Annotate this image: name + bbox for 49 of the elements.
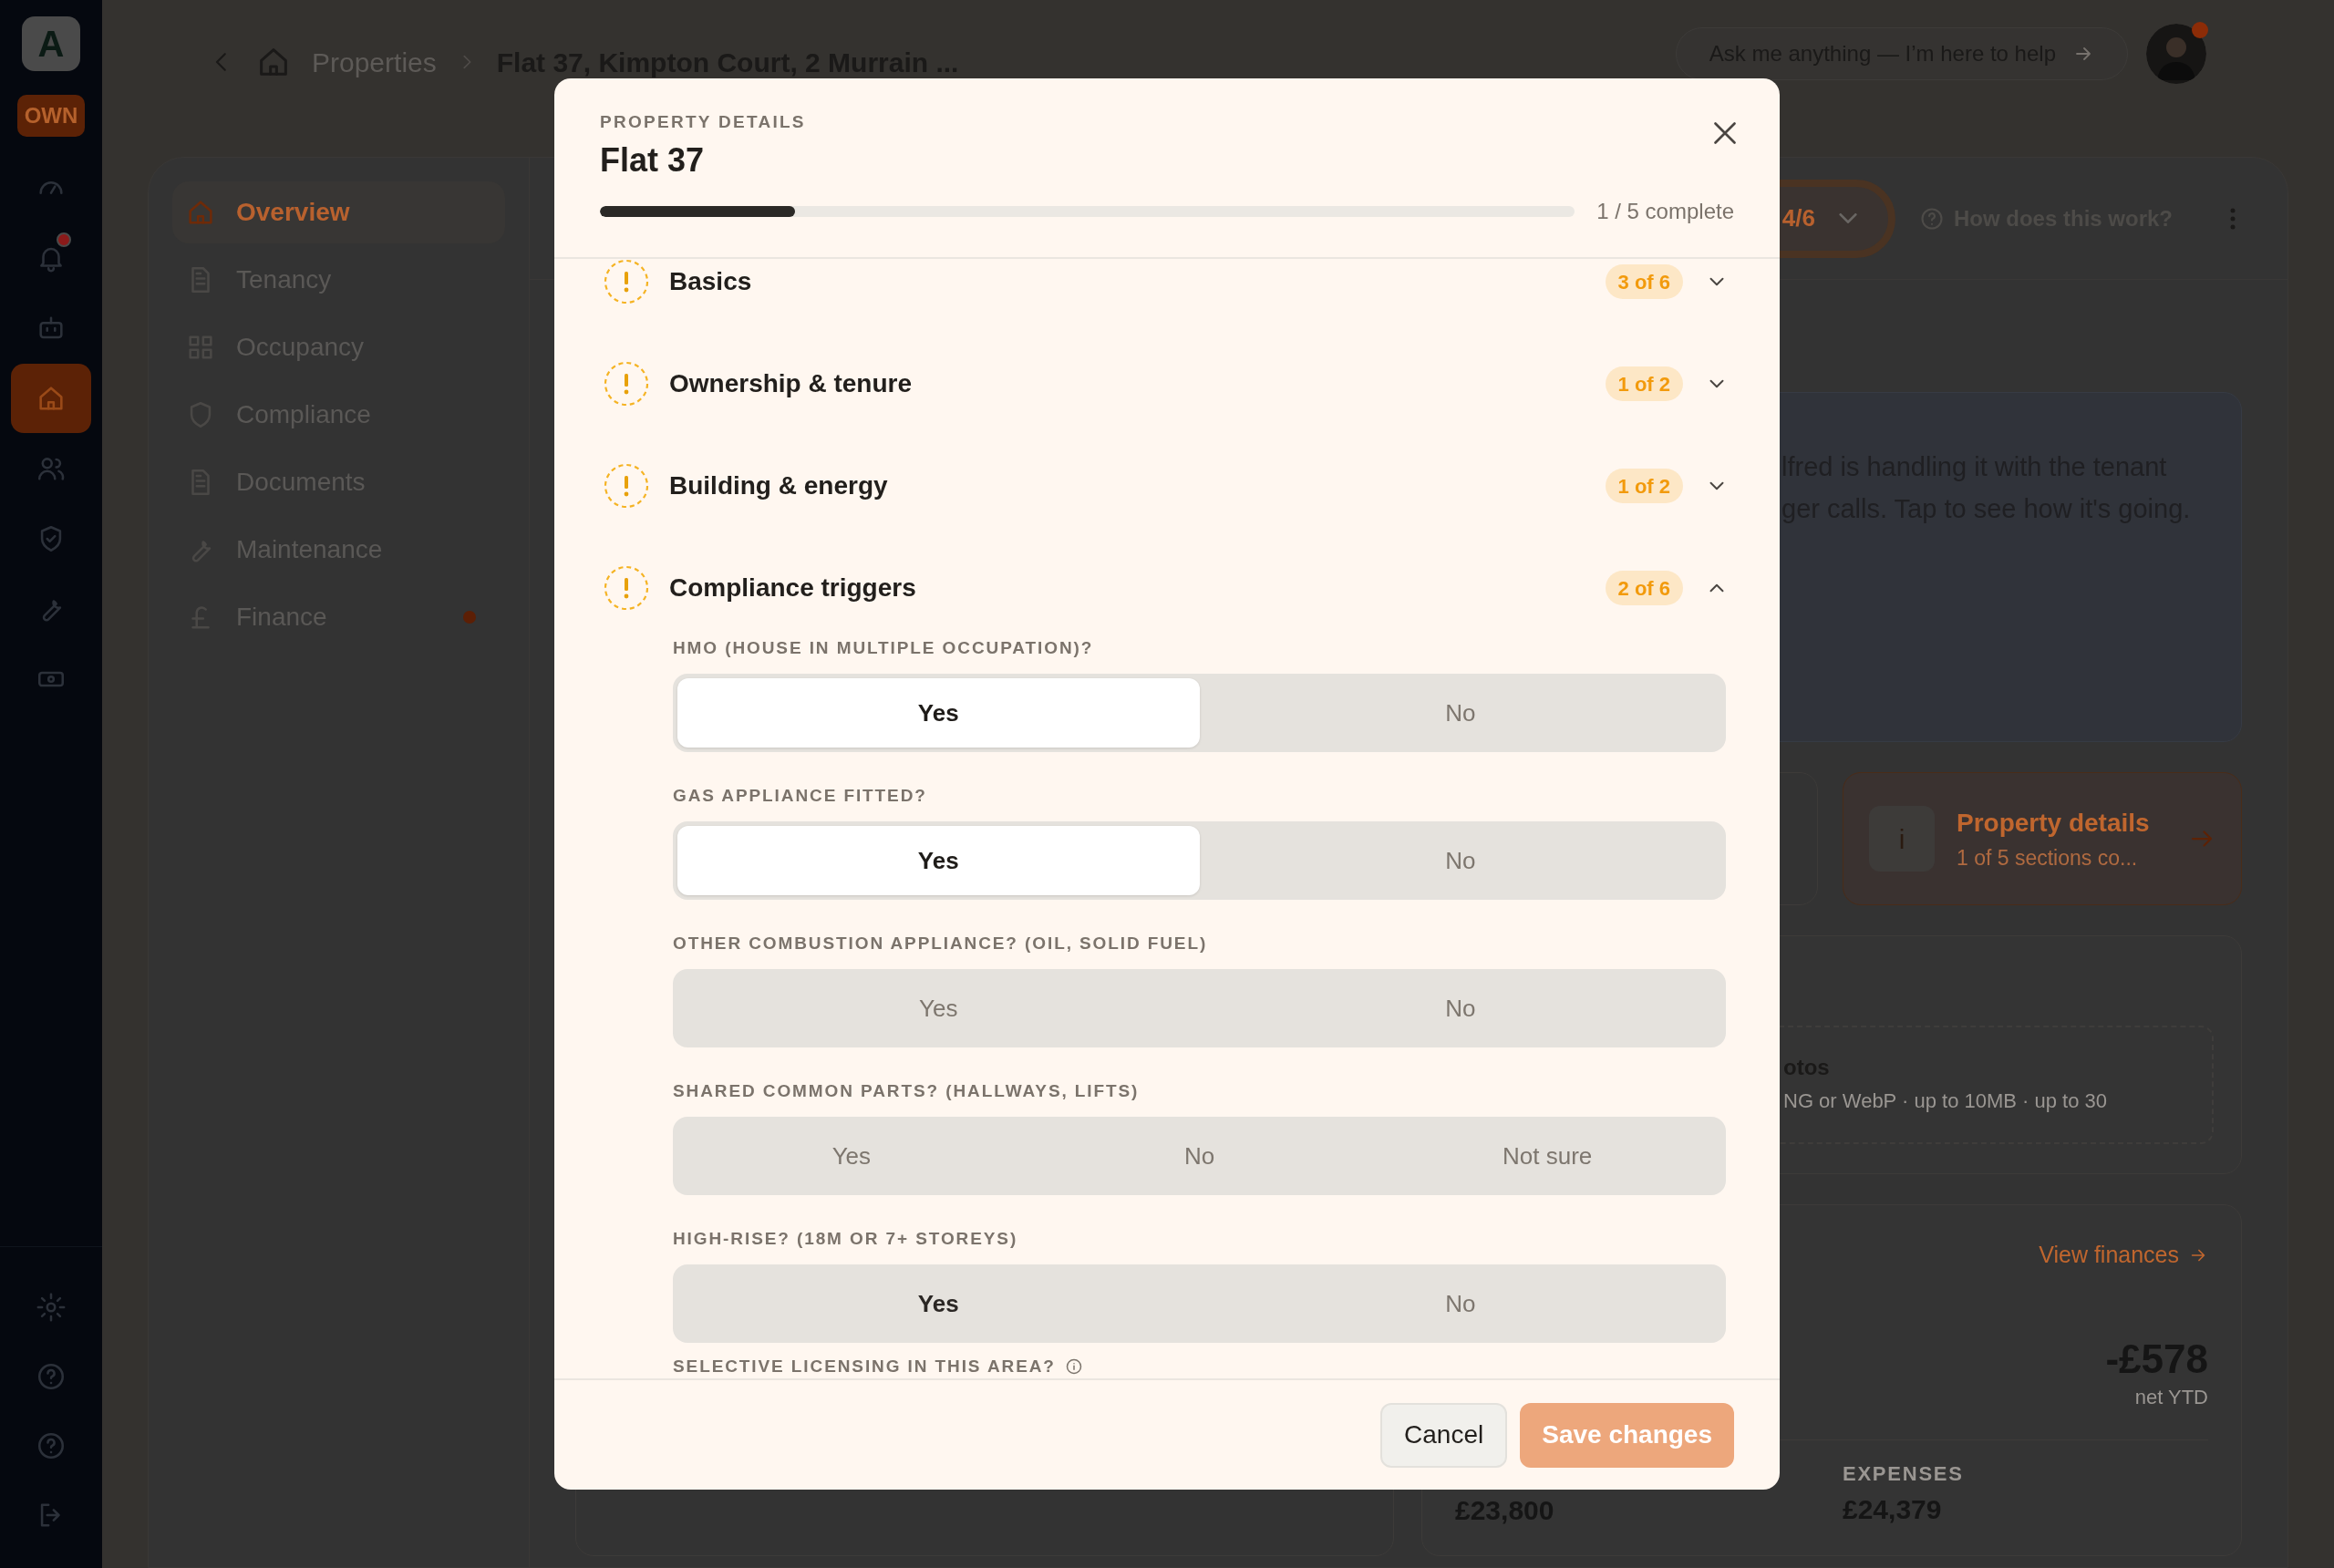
segment-option[interactable]: Yes: [677, 1121, 1026, 1191]
section-header[interactable]: Basics 3 of 6: [554, 259, 1780, 333]
app-logo[interactable]: A: [22, 16, 80, 71]
count-badge: 1 of 2: [1605, 469, 1683, 503]
more-icon: [2230, 207, 2236, 230]
warning-icon: [604, 361, 649, 407]
cancel-button[interactable]: Cancel: [1380, 1402, 1508, 1468]
segment-option[interactable]: No: [1025, 1121, 1374, 1191]
dropzone-hint: NG or WebP · up to 10MB · up to 30: [1783, 1088, 2109, 1114]
chevron-down-icon: [1838, 213, 1857, 223]
help-icon: [36, 1430, 67, 1461]
help-icon: [36, 1361, 67, 1392]
avatar[interactable]: [2146, 24, 2206, 84]
question-label: OTHER COMBUSTION APPLIANCE? (OIL, SOLID FUEL): [673, 934, 1208, 953]
question-label: SELECTIVE LICENSING IN THIS AREA?: [673, 1357, 1056, 1376]
section-header[interactable]: Ownership & tenure 1 of 2: [554, 333, 1780, 435]
section-header[interactable]: Building & energy 1 of 2: [554, 435, 1780, 537]
dialog-eyebrow: PROPERTY DETAILS: [600, 111, 807, 133]
net-label: net YTD: [2134, 1384, 2208, 1410]
expenses-label: EXPENSES: [1843, 1460, 1964, 1487]
card-subtitle: 1 of 5 sections co...: [1957, 844, 2139, 872]
segment-option[interactable]: Yes: [677, 826, 1200, 895]
segment-option[interactable]: Yes: [677, 678, 1200, 748]
segment-option[interactable]: Yes: [677, 974, 1200, 1043]
segment-option[interactable]: Yes: [677, 1269, 1200, 1338]
progress-label: 1 / 5 complete: [1596, 198, 1734, 225]
question-label: GAS APPLIANCE FITTED?: [673, 787, 927, 805]
plan-badge: OWN: [16, 95, 86, 137]
segment-option[interactable]: No: [1199, 974, 1721, 1043]
question-label: HIGH-RISE? (18M OR 7+ STOREYS): [673, 1230, 1018, 1248]
card-title: Property details: [1957, 807, 2150, 839]
nav-item[interactable]: Overview: [172, 181, 505, 243]
help-icon: [1918, 205, 1945, 232]
question-label: SHARED COMMON PARTS? (HALLWAYS, LIFTS): [673, 1082, 1140, 1100]
segment-option[interactable]: No: [1199, 678, 1721, 748]
count-badge: 1 of 2: [1605, 366, 1683, 401]
count-badge: 2 of 6: [1605, 571, 1683, 605]
count-badge: 3 of 6: [1605, 264, 1683, 299]
section-header[interactable]: Compliance triggers 2 of 6: [554, 537, 1780, 639]
segment-option[interactable]: Not sure: [1373, 1121, 1721, 1191]
segment-option[interactable]: No: [1199, 1269, 1721, 1338]
dialog-title: Flat 37: [600, 140, 706, 181]
warning-icon: [604, 259, 649, 304]
segment-option[interactable]: No: [1199, 826, 1721, 895]
warning-icon: [604, 565, 649, 611]
rail-button[interactable]: [11, 364, 91, 433]
view-finances-link[interactable]: View finances: [2039, 1238, 2208, 1273]
question-label: HMO (HOUSE IN MULTIPLE OCCUPATION)?: [673, 639, 1094, 657]
warning-icon: [604, 463, 649, 509]
